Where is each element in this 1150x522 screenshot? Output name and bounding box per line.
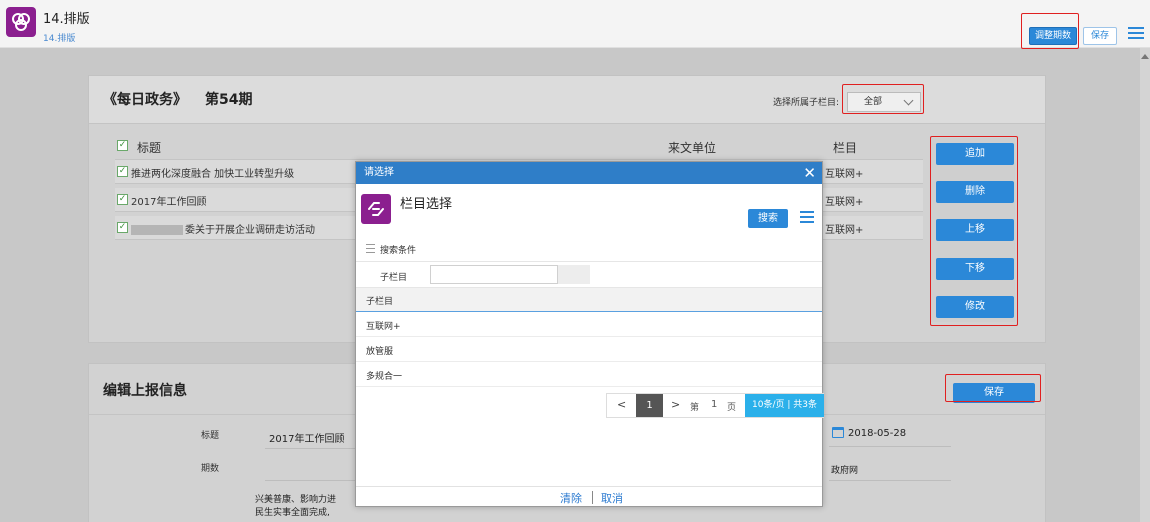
append-button[interactable]: 追加 xyxy=(936,143,1014,165)
list-item-label: 多规合一 xyxy=(366,372,403,382)
header-column: 栏目 xyxy=(833,141,858,155)
app-header: 14.排版 14.排版 调整期数 保存 xyxy=(0,0,1150,48)
chevron-down-icon xyxy=(903,95,914,106)
search-button[interactable]: 搜索 xyxy=(748,209,788,228)
row-title: 推进两化深度融合 加快工业转型升级 xyxy=(131,169,295,180)
dialog-title-bar: 请选择 ✕ xyxy=(356,162,822,184)
prev-page-button[interactable]: < xyxy=(617,398,626,411)
issue-field-underline xyxy=(265,480,355,481)
pagination: < 1 > 第 1 页 10条/页 | 共3条 xyxy=(606,393,824,418)
title-field-value[interactable]: 2017年工作回顾 xyxy=(269,430,344,445)
page-title: 14.排版 xyxy=(43,12,90,27)
scrollbar[interactable] xyxy=(1140,48,1150,522)
footer-divider xyxy=(592,491,593,504)
save-button[interactable]: 保存 xyxy=(953,383,1035,403)
list-view-icon[interactable] xyxy=(800,211,814,225)
dialog-footer: 清除 取消 xyxy=(356,486,822,506)
adjust-issue-button[interactable]: 调整期数 xyxy=(1029,27,1077,45)
issue-field-label: 期数 xyxy=(201,464,220,474)
subcolumn-label: 子栏目 xyxy=(380,273,408,283)
list-item-label: 放管服 xyxy=(366,347,394,357)
header-unit: 来文单位 xyxy=(668,141,717,155)
list-header: 子栏目 xyxy=(356,288,822,312)
column-field-underline xyxy=(829,480,951,481)
filter-label: 选择所属子栏目: xyxy=(773,98,840,108)
row-title: 2017年工作回顾 xyxy=(131,197,207,208)
row-title: 委关于开展企业调研走访活动 xyxy=(131,221,315,236)
issue-number: 第54期 xyxy=(205,92,253,108)
move-down-button[interactable]: 下移 xyxy=(936,258,1014,280)
summary-line: 兴美普康、影响力进 xyxy=(255,495,337,505)
subcolumn-select[interactable]: 全部 xyxy=(847,92,921,112)
app-logo-icon xyxy=(6,7,36,37)
list-item[interactable]: 互联网+ xyxy=(356,312,822,337)
date-field-underline xyxy=(829,446,951,447)
close-icon[interactable]: ✕ xyxy=(803,162,816,184)
summary-line: 民生实事全面完成, xyxy=(255,508,330,518)
header-save-button[interactable]: 保存 xyxy=(1083,27,1117,45)
row-title-text: 委关于开展企业调研走访活动 xyxy=(185,225,315,236)
conditions-icon xyxy=(366,244,375,253)
column-field-value[interactable]: 政府网 xyxy=(831,463,858,476)
row-checkbox[interactable]: ✓ xyxy=(117,222,128,233)
panel-header: 《每日政务》 第54期 选择所属子栏目: 全部 xyxy=(89,76,1045,124)
title-field-underline xyxy=(265,448,355,449)
list-item-label: 互联网+ xyxy=(366,322,401,332)
select-all-checkbox[interactable]: ✓ xyxy=(117,140,128,151)
dialog-title: 请选择 xyxy=(364,167,394,178)
page-size-info[interactable]: 10条/页 | 共3条 xyxy=(745,394,824,417)
row-checkbox[interactable]: ✓ xyxy=(117,194,128,205)
breadcrumb[interactable]: 14.排版 xyxy=(43,31,75,44)
column-select-dialog: 请选择 ✕ 栏目选择 搜索 搜索条件 子栏目 子栏目 互联网+ 放管服 多规合一… xyxy=(355,161,824,507)
page-suffix: 页 xyxy=(727,403,737,413)
list-header-label: 子栏目 xyxy=(366,297,394,307)
action-column: 追加 删除 上移 下移 修改 xyxy=(931,138,1015,322)
page-number[interactable]: 1 xyxy=(711,399,717,410)
menu-list-icon[interactable] xyxy=(1128,27,1144,41)
delete-button[interactable]: 删除 xyxy=(936,181,1014,203)
journal-title: 《每日政务》 xyxy=(103,92,187,108)
next-page-button[interactable]: > xyxy=(671,398,680,411)
calendar-icon[interactable] xyxy=(832,427,844,438)
header-title: 标题 xyxy=(137,141,162,155)
edit-title: 编辑上报信息 xyxy=(103,383,187,399)
subcolumn-filter-row: 子栏目 xyxy=(356,262,822,288)
clear-button[interactable]: 清除 xyxy=(560,490,582,506)
search-conditions-row[interactable]: 搜索条件 xyxy=(356,236,822,262)
list-item[interactable]: 放管服 xyxy=(356,337,822,362)
dialog-logo-icon xyxy=(361,194,391,224)
subcolumn-input[interactable] xyxy=(430,265,558,284)
row-checkbox[interactable]: ✓ xyxy=(117,166,128,177)
table-header: ✓ 标题 来文单位 栏目 xyxy=(115,134,923,160)
current-page-button[interactable]: 1 xyxy=(636,394,663,417)
redacted-text xyxy=(131,225,183,235)
scroll-up-icon[interactable] xyxy=(1141,54,1149,59)
dialog-heading: 栏目选择 xyxy=(400,197,453,212)
modify-button[interactable]: 修改 xyxy=(936,296,1014,318)
page-prefix: 第 xyxy=(690,403,700,413)
date-field-value[interactable]: 2018-05-28 xyxy=(848,428,906,439)
row-column: 互联网+ xyxy=(825,197,864,208)
title-field-label: 标题 xyxy=(201,431,220,441)
list-item[interactable]: 多规合一 xyxy=(356,362,822,387)
cancel-button[interactable]: 取消 xyxy=(601,490,623,506)
row-column: 互联网+ xyxy=(825,169,864,180)
move-up-button[interactable]: 上移 xyxy=(936,219,1014,241)
input-addon xyxy=(558,265,590,284)
subcolumn-select-value: 全部 xyxy=(864,97,883,107)
row-column: 互联网+ xyxy=(825,225,864,236)
search-conditions-label: 搜索条件 xyxy=(380,246,417,256)
